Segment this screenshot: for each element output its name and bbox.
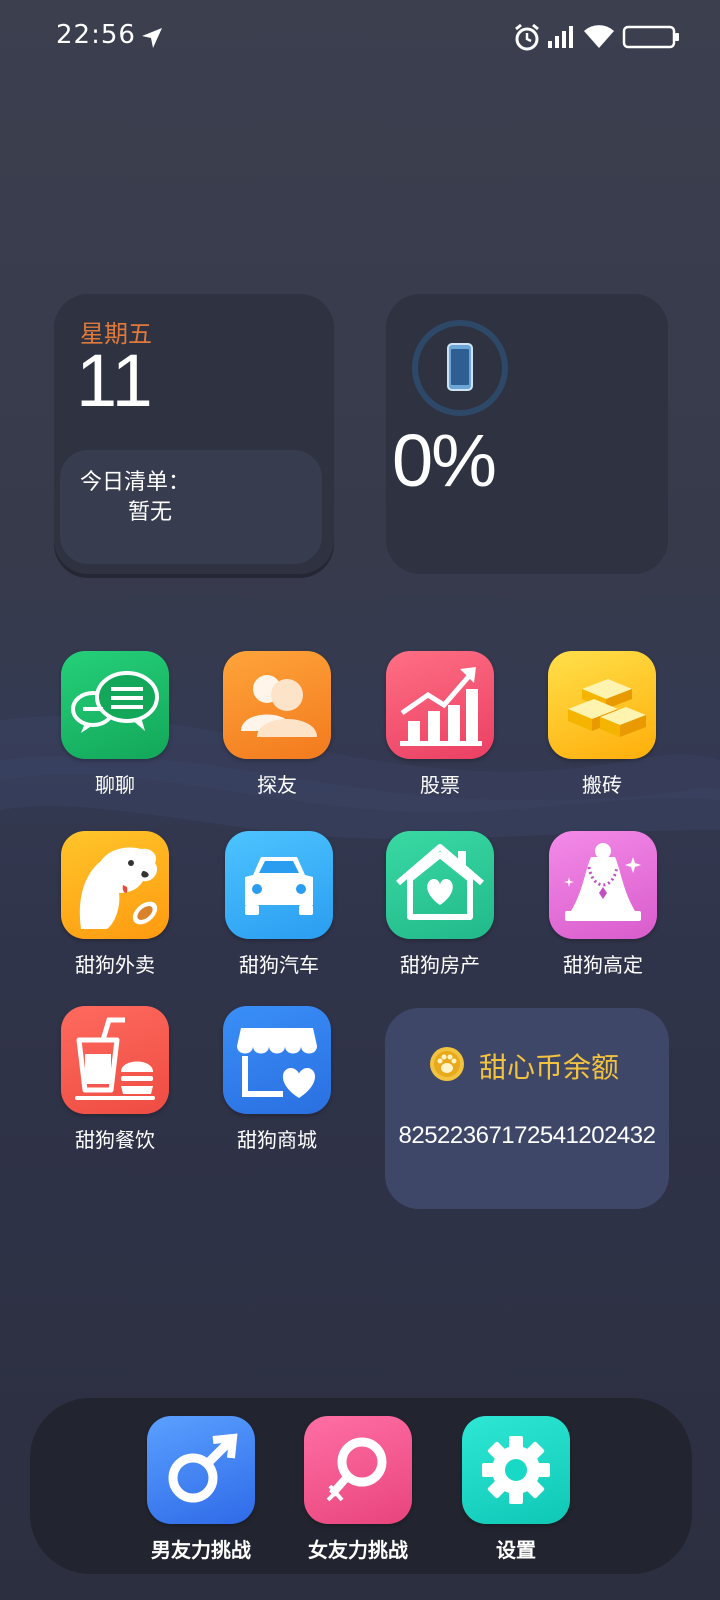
house-icon (386, 831, 494, 939)
app-friends[interactable]: 探友 (207, 651, 347, 798)
male-symbol-icon (147, 1416, 255, 1524)
app-food[interactable]: 甜狗餐饮 (45, 1006, 185, 1153)
gear-icon (462, 1416, 570, 1524)
shop-icon (223, 1006, 331, 1114)
coin-balance-title: 甜心币余额 (479, 1051, 620, 1084)
app-label: 聊聊 (95, 773, 135, 797)
app-jewelry[interactable]: 甜狗高定 (533, 831, 673, 978)
dog-icon (61, 831, 169, 939)
app-stocks[interactable]: 股票 (370, 651, 510, 798)
female-symbol-icon (304, 1416, 412, 1524)
app-label: 股票 (420, 773, 460, 797)
app-girlfriend-challenge[interactable]: 女友力挑战 (288, 1416, 428, 1563)
app-label: 女友力挑战 (308, 1538, 408, 1562)
coin-balance-widget[interactable]: 甜心币余额 8252236717254120243​2 (385, 1008, 669, 1209)
app-dog-delivery[interactable]: 甜狗外卖 (45, 831, 185, 978)
date-widget[interactable]: 星期五 11 今日清单： 暂无 (54, 294, 334, 574)
todo-value: 暂无 (128, 500, 173, 525)
coin-balance-amount: 8252236717254120243​2 (398, 1122, 656, 1149)
status-time: 22:56 (56, 20, 136, 50)
chat-icon (61, 651, 169, 759)
battery-percent: 0% (392, 419, 497, 502)
battery-icon (622, 25, 679, 49)
phone-icon (412, 320, 508, 416)
battery-widget[interactable]: 0% (386, 294, 668, 574)
app-boyfriend-challenge[interactable]: 男友力挑战 (131, 1416, 271, 1563)
alarm-icon (515, 23, 539, 51)
wallpaper-wave (0, 715, 720, 839)
paw-coin-icon (430, 1047, 464, 1081)
signal-icon (548, 26, 573, 48)
gold-bars-icon (548, 651, 656, 759)
friends-icon (223, 651, 331, 759)
car-icon (225, 831, 333, 939)
location-arrow-icon (142, 28, 162, 48)
app-label: 甜狗商城 (237, 1128, 317, 1152)
todo-title: 今日清单： (80, 470, 191, 495)
day-number: 11 (76, 339, 153, 422)
status-bar: 22:56 (0, 0, 720, 76)
app-label: 男友力挑战 (151, 1538, 251, 1562)
app-label: 甜狗高定 (563, 953, 643, 977)
app-label: 探友 (257, 773, 297, 797)
app-label: 甜狗汽车 (239, 953, 319, 977)
stocks-icon (386, 651, 494, 759)
app-shop[interactable]: 甜狗商城 (207, 1006, 347, 1153)
app-label: 甜狗外卖 (75, 953, 155, 977)
app-label: 甜狗房产 (400, 953, 480, 977)
dock: 男友力挑战 女友力挑战 设置 (30, 1398, 692, 1574)
app-settings[interactable]: 设置 (446, 1416, 586, 1563)
wifi-icon (584, 25, 614, 48)
app-chat[interactable]: 聊聊 (45, 651, 185, 798)
todo-card[interactable]: 今日清单： 暂无 (60, 450, 322, 564)
app-label: 设置 (496, 1538, 536, 1562)
app-label: 甜狗餐饮 (75, 1128, 155, 1152)
app-car[interactable]: 甜狗汽车 (209, 831, 349, 978)
app-house[interactable]: 甜狗房产 (370, 831, 510, 978)
app-gold-bars[interactable]: 搬砖 (532, 651, 672, 798)
food-icon (61, 1006, 169, 1114)
jewelry-icon (549, 831, 657, 939)
app-label: 搬砖 (582, 773, 622, 797)
